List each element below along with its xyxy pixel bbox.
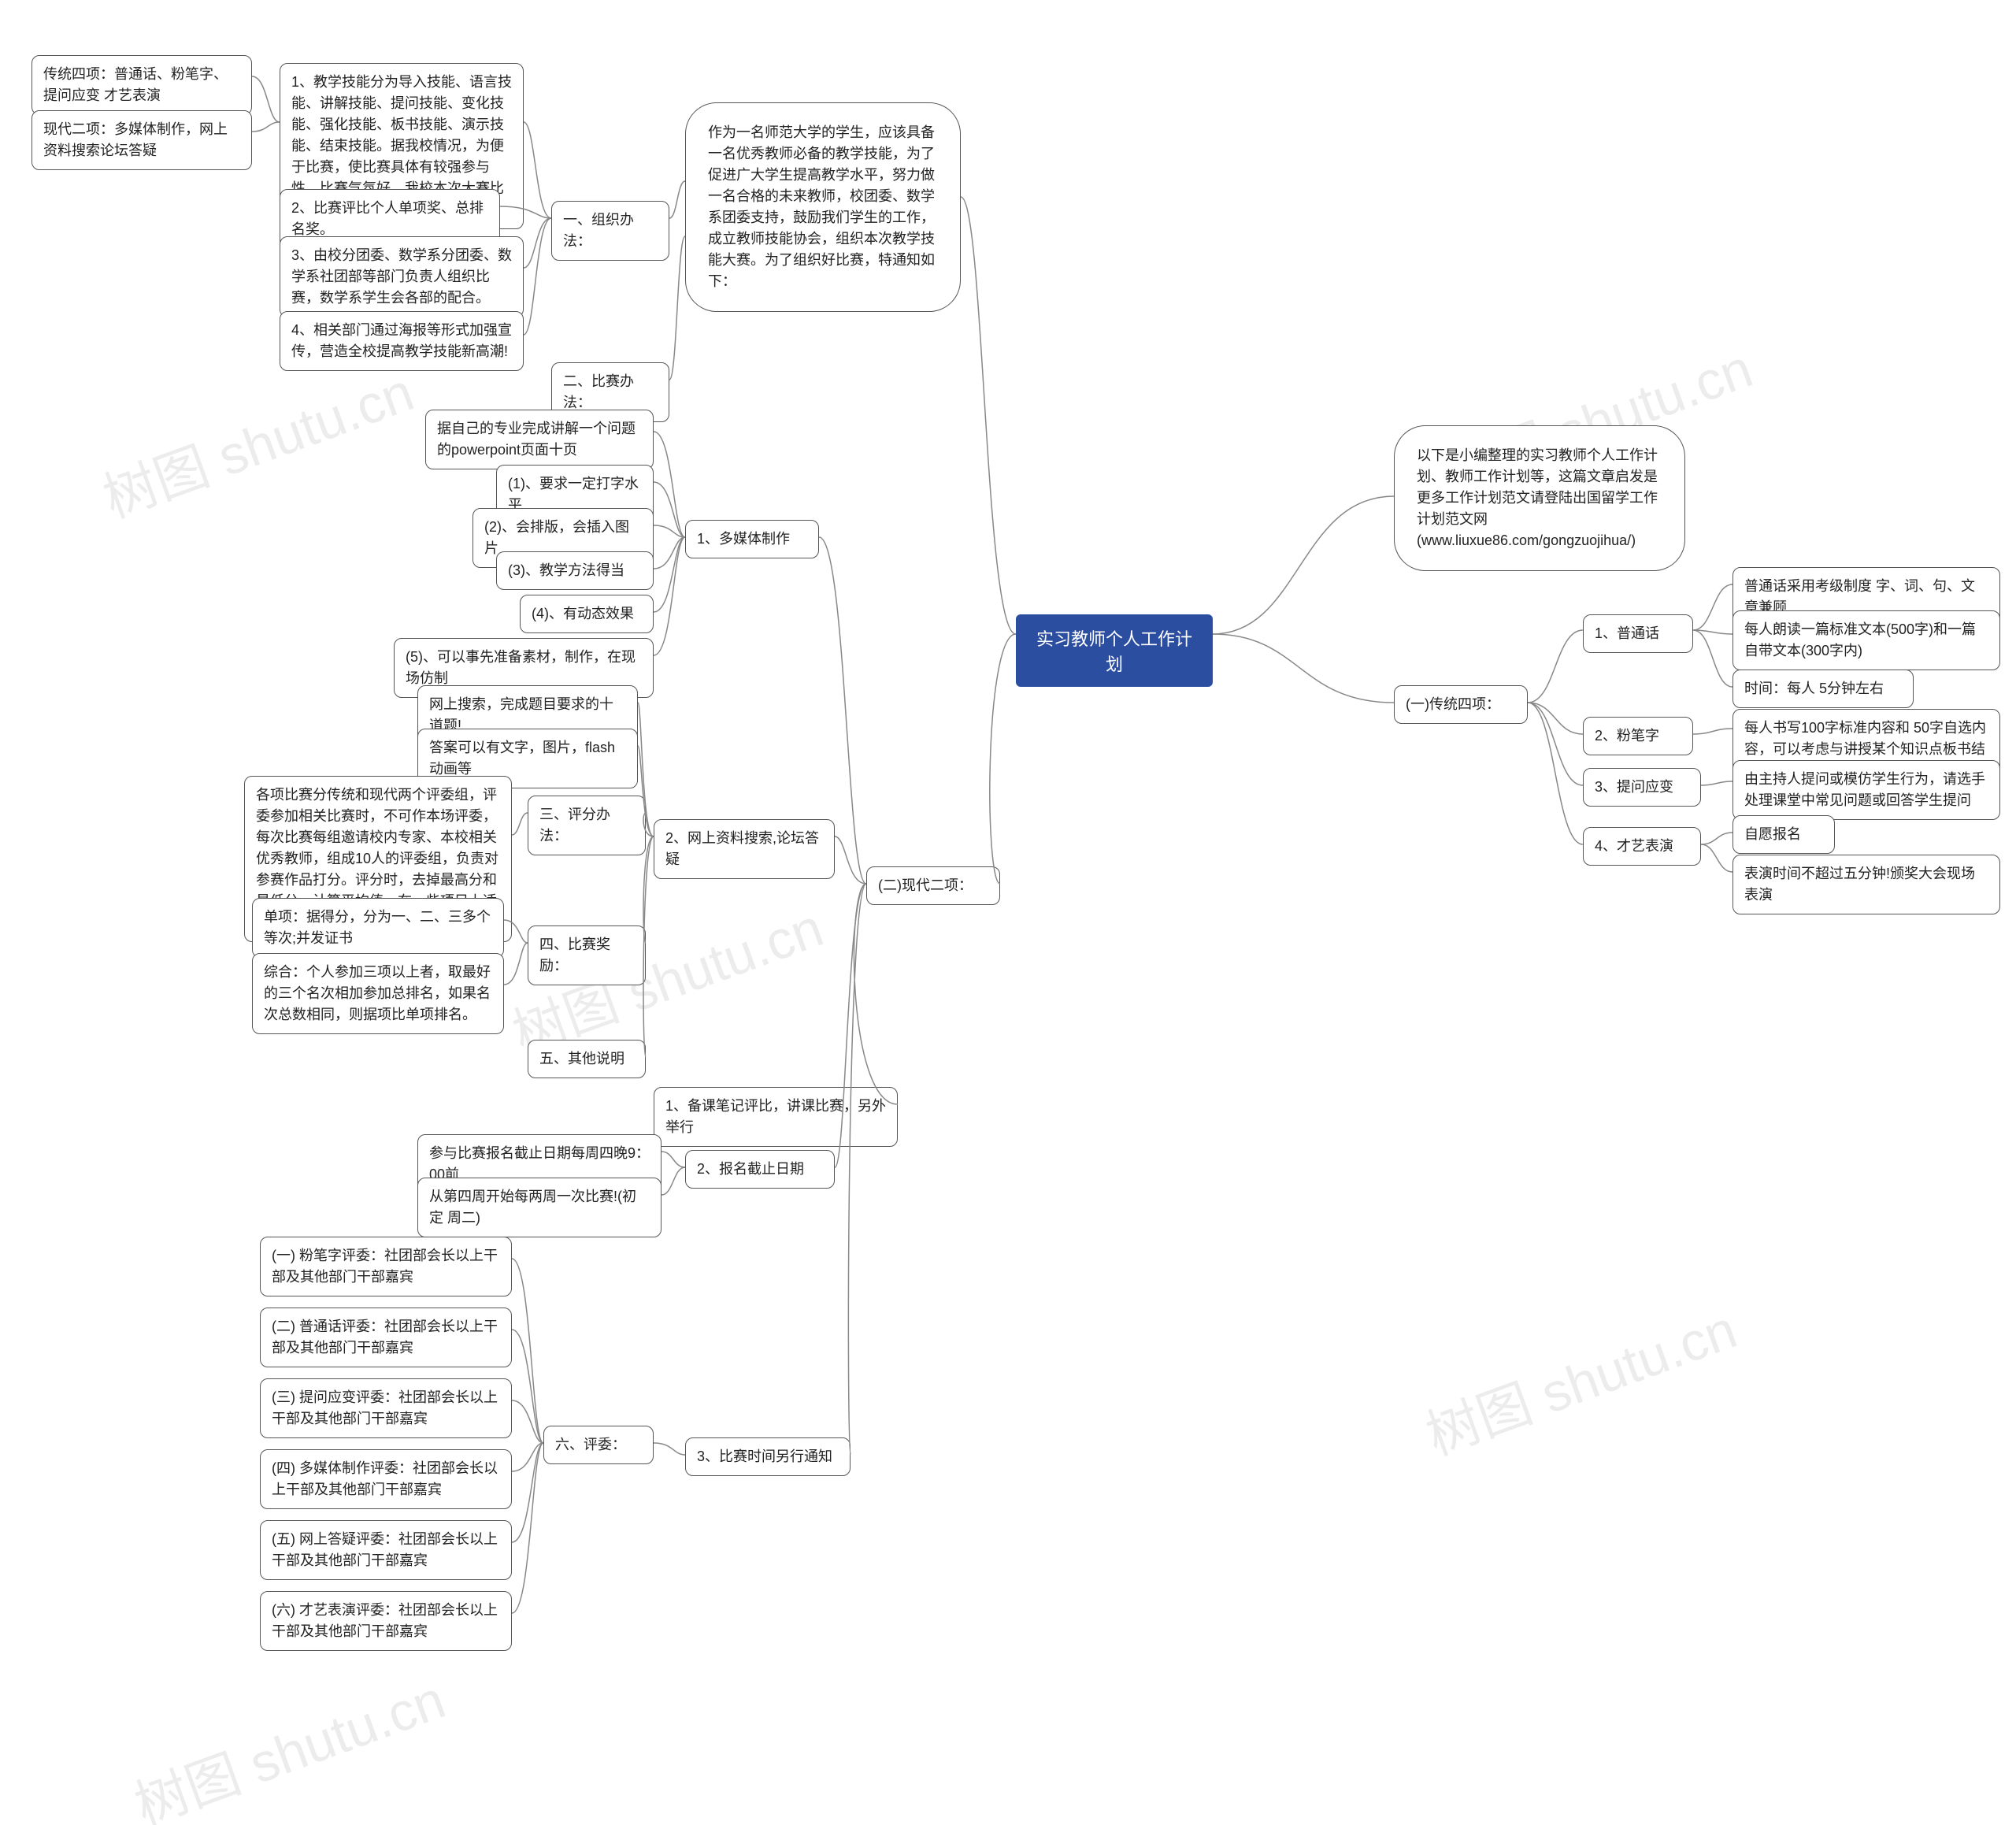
r3-label[interactable]: 3、提问应变 bbox=[1583, 768, 1701, 807]
other2-label[interactable]: 2、报名截止日期 bbox=[685, 1150, 835, 1189]
org3: 3、由校分团委、数学系分团委、数学系社团部等部门负责人组织比赛，数学系学生会各部… bbox=[280, 236, 524, 317]
jw5: (五) 网上答疑评委：社团部会长以上干部及其他部门干部嘉宾 bbox=[260, 1520, 512, 1580]
intro-right: 以下是小编整理的实习教师个人工作计划、教师工作计划等，这篇文章启发是更多工作计划… bbox=[1394, 425, 1685, 571]
org4: 4、相关部门通过海报等形式加强宣传，营造全校提高教学技能新高潮! bbox=[280, 311, 524, 371]
watermark: 树图 shutu.cn bbox=[1414, 1286, 1745, 1471]
r1-label[interactable]: 1、普通话 bbox=[1583, 614, 1693, 653]
m1a: 据自己的专业完成讲解一个问题的powerpoint页面十页 bbox=[425, 410, 654, 469]
jw3: (三) 提问应变评委：社团部会长以上干部及其他部门干部嘉宾 bbox=[260, 1378, 512, 1438]
r4b: 表演时间不超过五分钟!颁奖大会现场表演 bbox=[1732, 855, 2000, 914]
other1: 1、备课笔记评比，讲课比赛，另外举行 bbox=[654, 1087, 898, 1147]
r4a: 自愿报名 bbox=[1732, 815, 1835, 854]
m2-label[interactable]: 2、网上资料搜索,论坛答疑 bbox=[654, 819, 835, 879]
jw1: (一) 粉笔字评委：社团部会长以上干部及其他部门干部嘉宾 bbox=[260, 1237, 512, 1296]
watermark: 树图 shutu.cn bbox=[122, 1656, 454, 1825]
left-section[interactable]: (二)现代二项： bbox=[866, 866, 1000, 905]
r4-label[interactable]: 4、才艺表演 bbox=[1583, 827, 1701, 866]
award1: 单项：据得分，分为一、二、三多个等次;并发证书 bbox=[252, 898, 504, 958]
org1a: 传统四项：普通话、粉笔字、提问应变 才艺表演 bbox=[32, 55, 252, 115]
r3a: 由主持人提问或模仿学生行为，请选手处理课堂中常见问题或回答学生提问 bbox=[1732, 760, 2000, 820]
org1b: 现代二项：多媒体制作，网上资料搜索论坛答疑 bbox=[32, 110, 252, 170]
award2: 综合：个人参加三项以上者，取最好的三个名次相加参加总排名，如果名次总数相同，则据… bbox=[252, 953, 504, 1034]
jw2: (二) 普通话评委：社团部会长以上干部及其他部门干部嘉宾 bbox=[260, 1308, 512, 1367]
intro-left: 作为一名师范大学的学生，应该具备一名优秀教师必备的教学技能，为了促进广大学生提高… bbox=[685, 102, 961, 312]
judge-label[interactable]: 三、评分办法： bbox=[528, 796, 646, 855]
r1b: 每人朗读一篇标准文本(500字)和一篇自带文本(300字内) bbox=[1732, 610, 2000, 670]
m1-label[interactable]: 1、多媒体制作 bbox=[685, 520, 819, 558]
jw6: (六) 才艺表演评委：社团部会长以上干部及其他部门干部嘉宾 bbox=[260, 1591, 512, 1651]
r1c: 时间：每人 5分钟左右 bbox=[1732, 670, 1914, 708]
other-label[interactable]: 五、其他说明 bbox=[528, 1040, 646, 1078]
award-label[interactable]: 四、比赛奖励： bbox=[528, 925, 646, 985]
r2-label[interactable]: 2、粉笔字 bbox=[1583, 717, 1693, 755]
right-section[interactable]: (一)传统四项： bbox=[1394, 685, 1528, 724]
jw-label[interactable]: 六、评委： bbox=[543, 1426, 654, 1464]
org-label[interactable]: 一、组织办法： bbox=[551, 201, 669, 261]
m1d: (3)、教学方法得当 bbox=[496, 551, 654, 590]
other2b: 从第四周开始每两周一次比赛!(初定 周二) bbox=[417, 1178, 662, 1237]
root-node[interactable]: 实习教师个人工作计划 bbox=[1016, 614, 1213, 687]
other3-label[interactable]: 3、比赛时间另行通知 bbox=[685, 1437, 850, 1476]
m1e: (4)、有动态效果 bbox=[520, 595, 654, 633]
watermark: 树图 shutu.cn bbox=[91, 349, 422, 533]
jw4: (四) 多媒体制作评委：社团部会长以上干部及其他部门干部嘉宾 bbox=[260, 1449, 512, 1509]
